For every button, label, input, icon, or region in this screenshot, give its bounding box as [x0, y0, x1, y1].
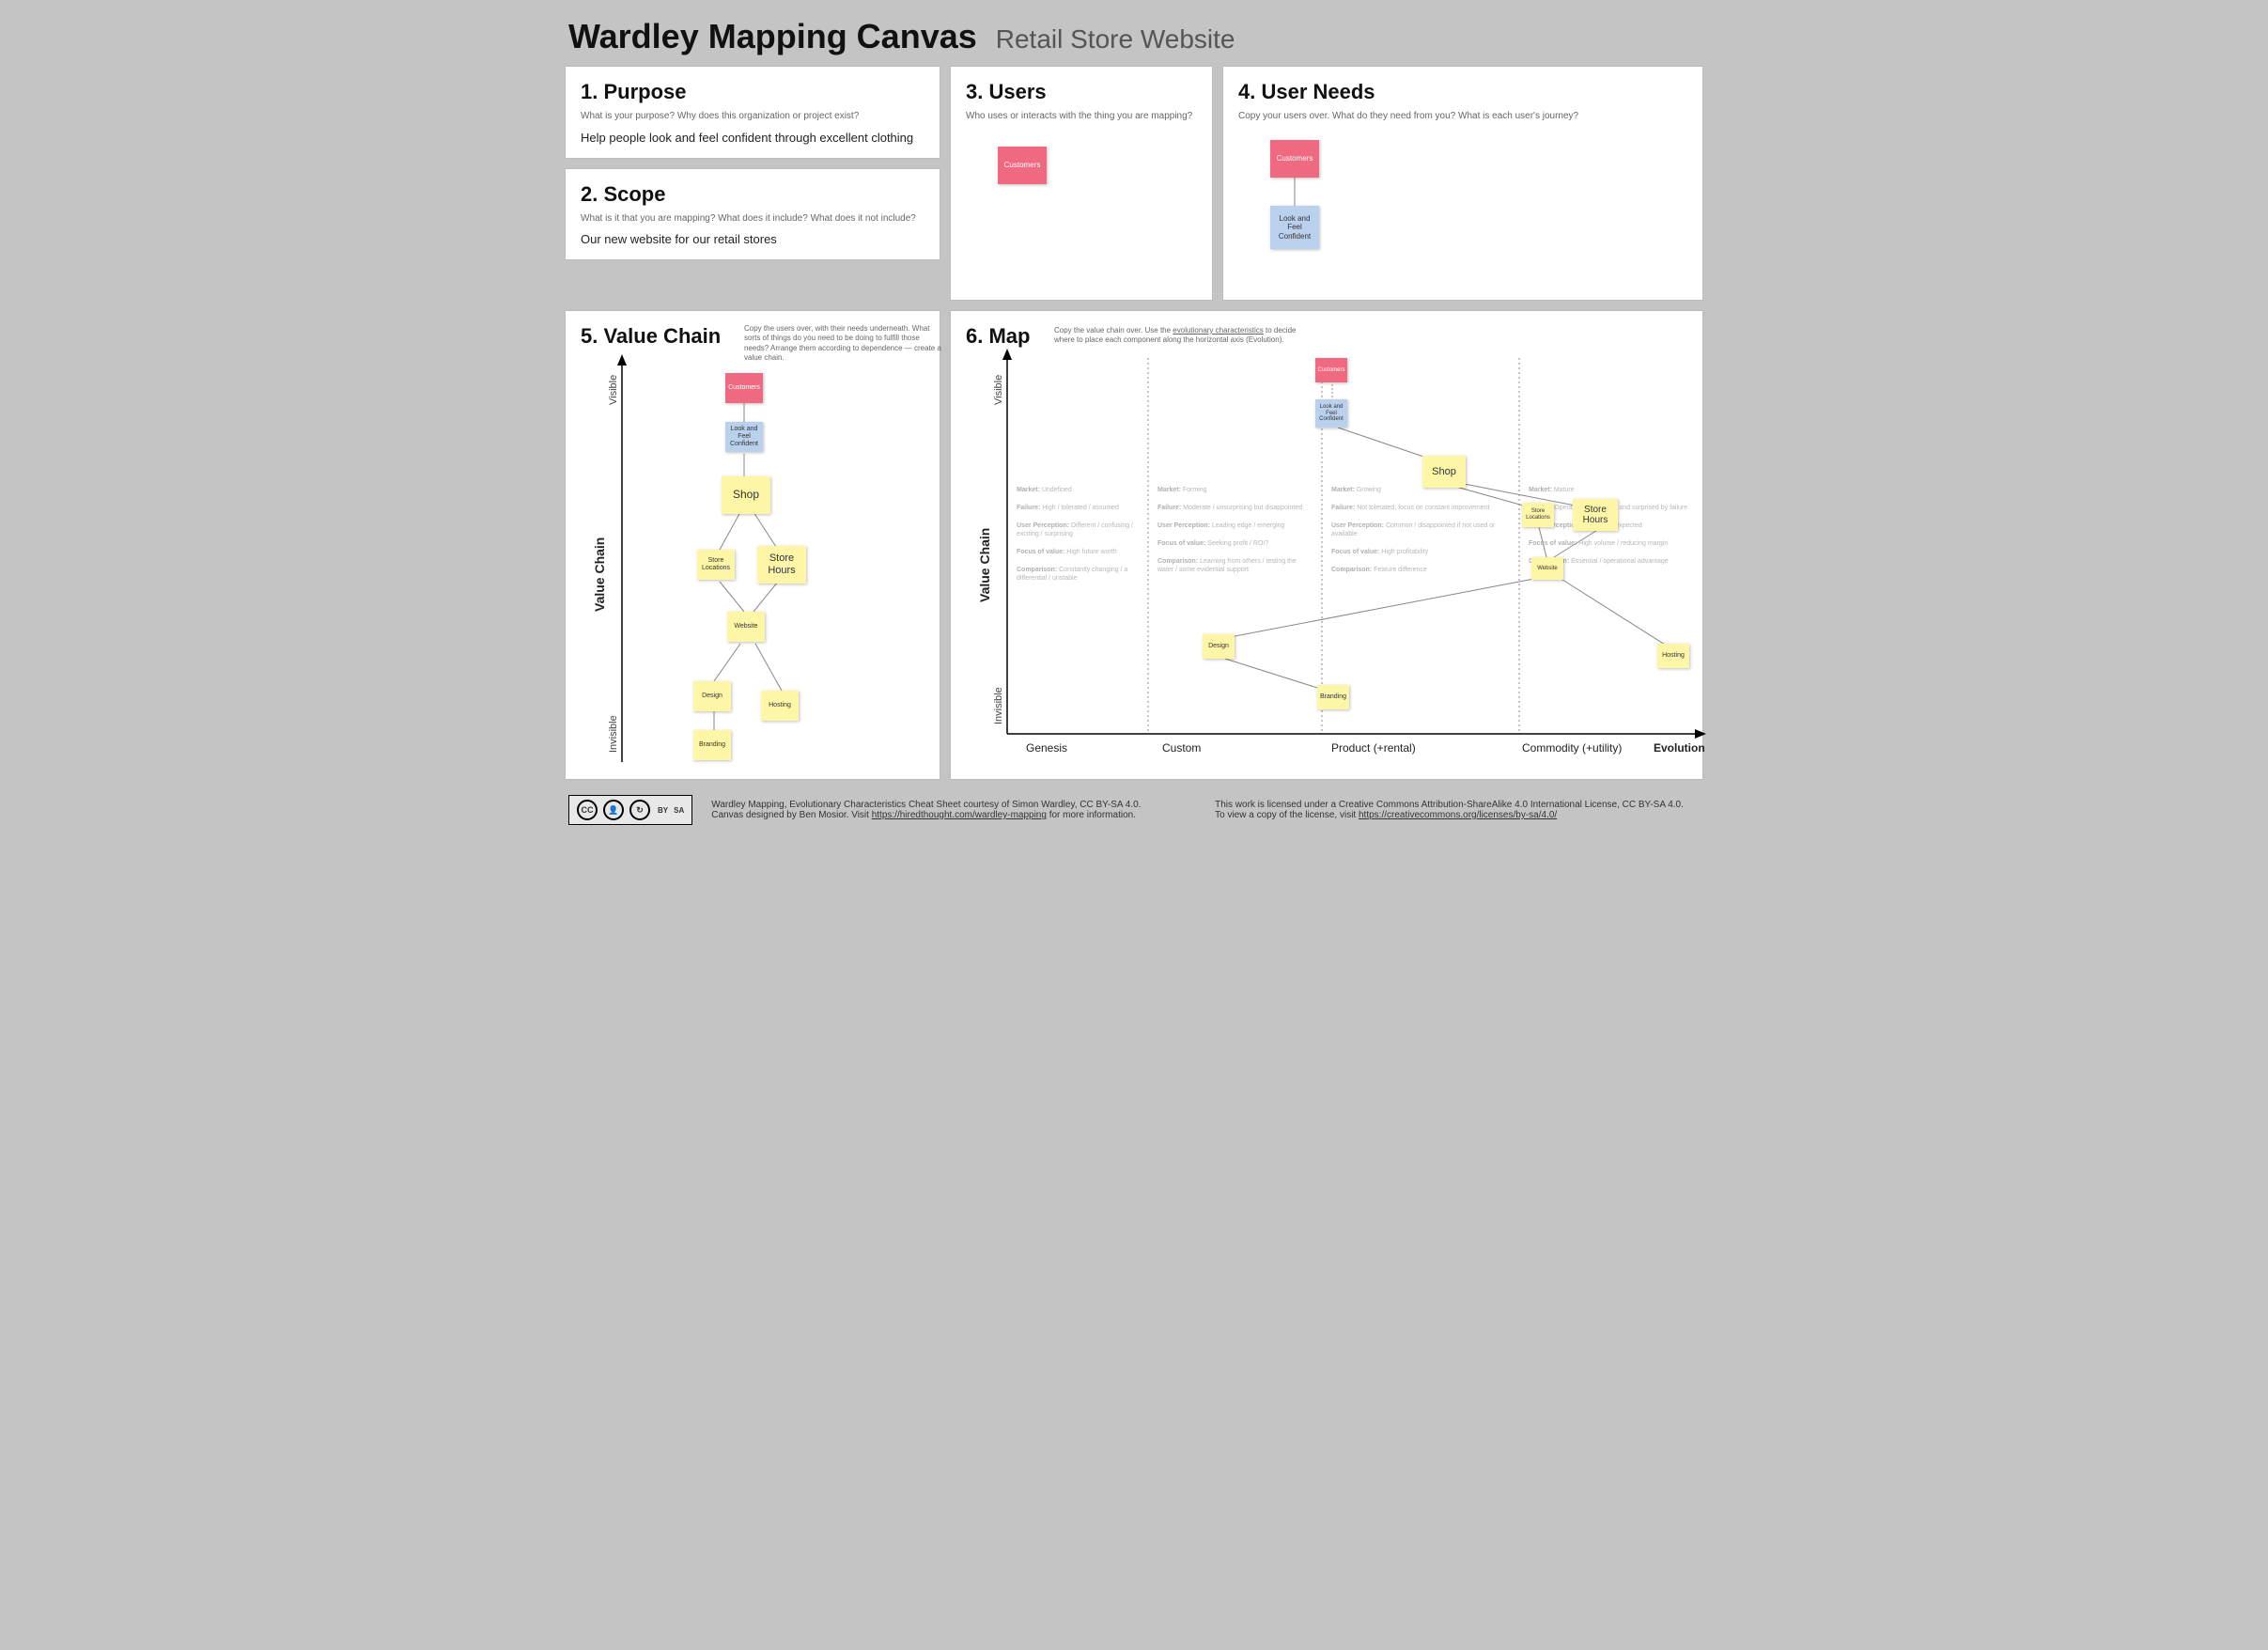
- evo-custom: Custom: [1162, 741, 1201, 755]
- sticky-store-hours[interactable]: Store Hours: [757, 546, 806, 584]
- sticky-branding[interactable]: Branding: [1317, 685, 1349, 709]
- axis-value-chain: Value Chain: [592, 537, 607, 612]
- sticky-confident[interactable]: Look and Feel Confident: [1315, 399, 1347, 428]
- notes-custom: Market: Forming Failure: Moderate / unsu…: [1157, 486, 1308, 574]
- header: Wardley Mapping Canvas Retail Store Webs…: [565, 9, 1703, 66]
- footer-link-cc[interactable]: https://creativecommons.org/licenses/by-…: [1359, 810, 1557, 820]
- sticky-design[interactable]: Design: [1203, 634, 1235, 659]
- footer: CC 👤 ↻ BY SA Wardley Mapping, Evolutiona…: [565, 789, 1703, 829]
- sticky-confident[interactable]: Look and Feel Confident: [725, 422, 763, 452]
- evo-product: Product (+rental): [1331, 741, 1416, 755]
- purpose-heading: 1. Purpose: [581, 80, 924, 104]
- panel-purpose: 1. Purpose What is your purpose? Why doe…: [565, 66, 940, 159]
- sticky-look-feel-confident[interactable]: Look and Feel Confident: [1270, 206, 1319, 249]
- sticky-shop[interactable]: Shop: [1422, 456, 1466, 488]
- canvas-subtitle: Retail Store Website: [996, 24, 1235, 54]
- sticky-customers[interactable]: Customers: [725, 373, 763, 403]
- sticky-customers[interactable]: Customers: [1270, 140, 1319, 178]
- evo-commodity: Commodity (+utility): [1522, 741, 1622, 755]
- evo-genesis: Genesis: [1026, 741, 1067, 755]
- panel-scope: 2. Scope What is it that you are mapping…: [565, 168, 940, 261]
- axis-value-chain: Value Chain: [977, 528, 992, 602]
- panel-value-chain: 5. Value Chain Copy the users over, with…: [565, 310, 940, 780]
- canvas-title: Wardley Mapping Canvas: [568, 17, 977, 56]
- by-icon: 👤: [603, 800, 624, 820]
- footer-link-hiredthought[interactable]: https://hiredthought.com/wardley-mapping: [872, 810, 1047, 820]
- panel-user-needs: 4. User Needs Copy your users over. What…: [1222, 66, 1703, 301]
- scope-prompt: What is it that you are mapping? What do…: [581, 212, 924, 226]
- sticky-hosting[interactable]: Hosting: [761, 691, 799, 721]
- sticky-customers[interactable]: Customers: [1315, 358, 1347, 382]
- footer-left: Wardley Mapping, Evolutionary Characteri…: [711, 800, 1196, 820]
- panel-users: 3. Users Who uses or interacts with the …: [950, 66, 1213, 301]
- user-needs-connector: [1223, 67, 1712, 302]
- panel-map: 6. Map Copy the value chain over. Use th…: [950, 310, 1703, 780]
- footer-right: This work is licensed under a Creative C…: [1215, 800, 1700, 820]
- axis-invisible: Invisible: [608, 715, 619, 753]
- sticky-store-hours[interactable]: Store Hours: [1573, 499, 1618, 531]
- evo-axis-label: Evolution: [1654, 741, 1705, 755]
- sticky-store-locations[interactable]: Store Locations: [697, 550, 735, 580]
- sticky-hosting[interactable]: Hosting: [1657, 644, 1689, 668]
- sticky-website[interactable]: Website: [727, 612, 765, 642]
- cc-icon: CC: [577, 800, 598, 820]
- sticky-shop[interactable]: Shop: [722, 476, 770, 514]
- axis-visible: Visible: [608, 375, 619, 405]
- cc-badge: CC 👤 ↻ BY SA: [568, 795, 692, 825]
- users-heading: 3. Users: [966, 80, 1197, 104]
- axis-invisible: Invisible: [993, 687, 1004, 724]
- sticky-branding[interactable]: Branding: [693, 730, 731, 760]
- sticky-store-locations[interactable]: Store Locations: [1522, 503, 1554, 527]
- purpose-prompt: What is your purpose? Why does this orga…: [581, 110, 924, 123]
- sticky-website[interactable]: Website: [1531, 557, 1563, 580]
- notes-product: Market: Growing Failure: Not tolerated, …: [1331, 486, 1505, 574]
- axis-visible: Visible: [993, 375, 1004, 405]
- users-prompt: Who uses or interacts with the thing you…: [966, 110, 1197, 123]
- sticky-design[interactable]: Design: [693, 681, 731, 711]
- scope-heading: 2. Scope: [581, 182, 924, 207]
- sa-icon: ↻: [629, 800, 650, 820]
- sticky-customers[interactable]: Customers: [998, 147, 1047, 184]
- purpose-content: Help people look and feel confident thro…: [581, 131, 924, 145]
- scope-content: Our new website for our retail stores: [581, 232, 924, 246]
- mapping-canvas: Wardley Mapping Canvas Retail Store Webs…: [551, 0, 1717, 834]
- notes-genesis: Market: Undefined Failure: High / tolera…: [1017, 486, 1143, 584]
